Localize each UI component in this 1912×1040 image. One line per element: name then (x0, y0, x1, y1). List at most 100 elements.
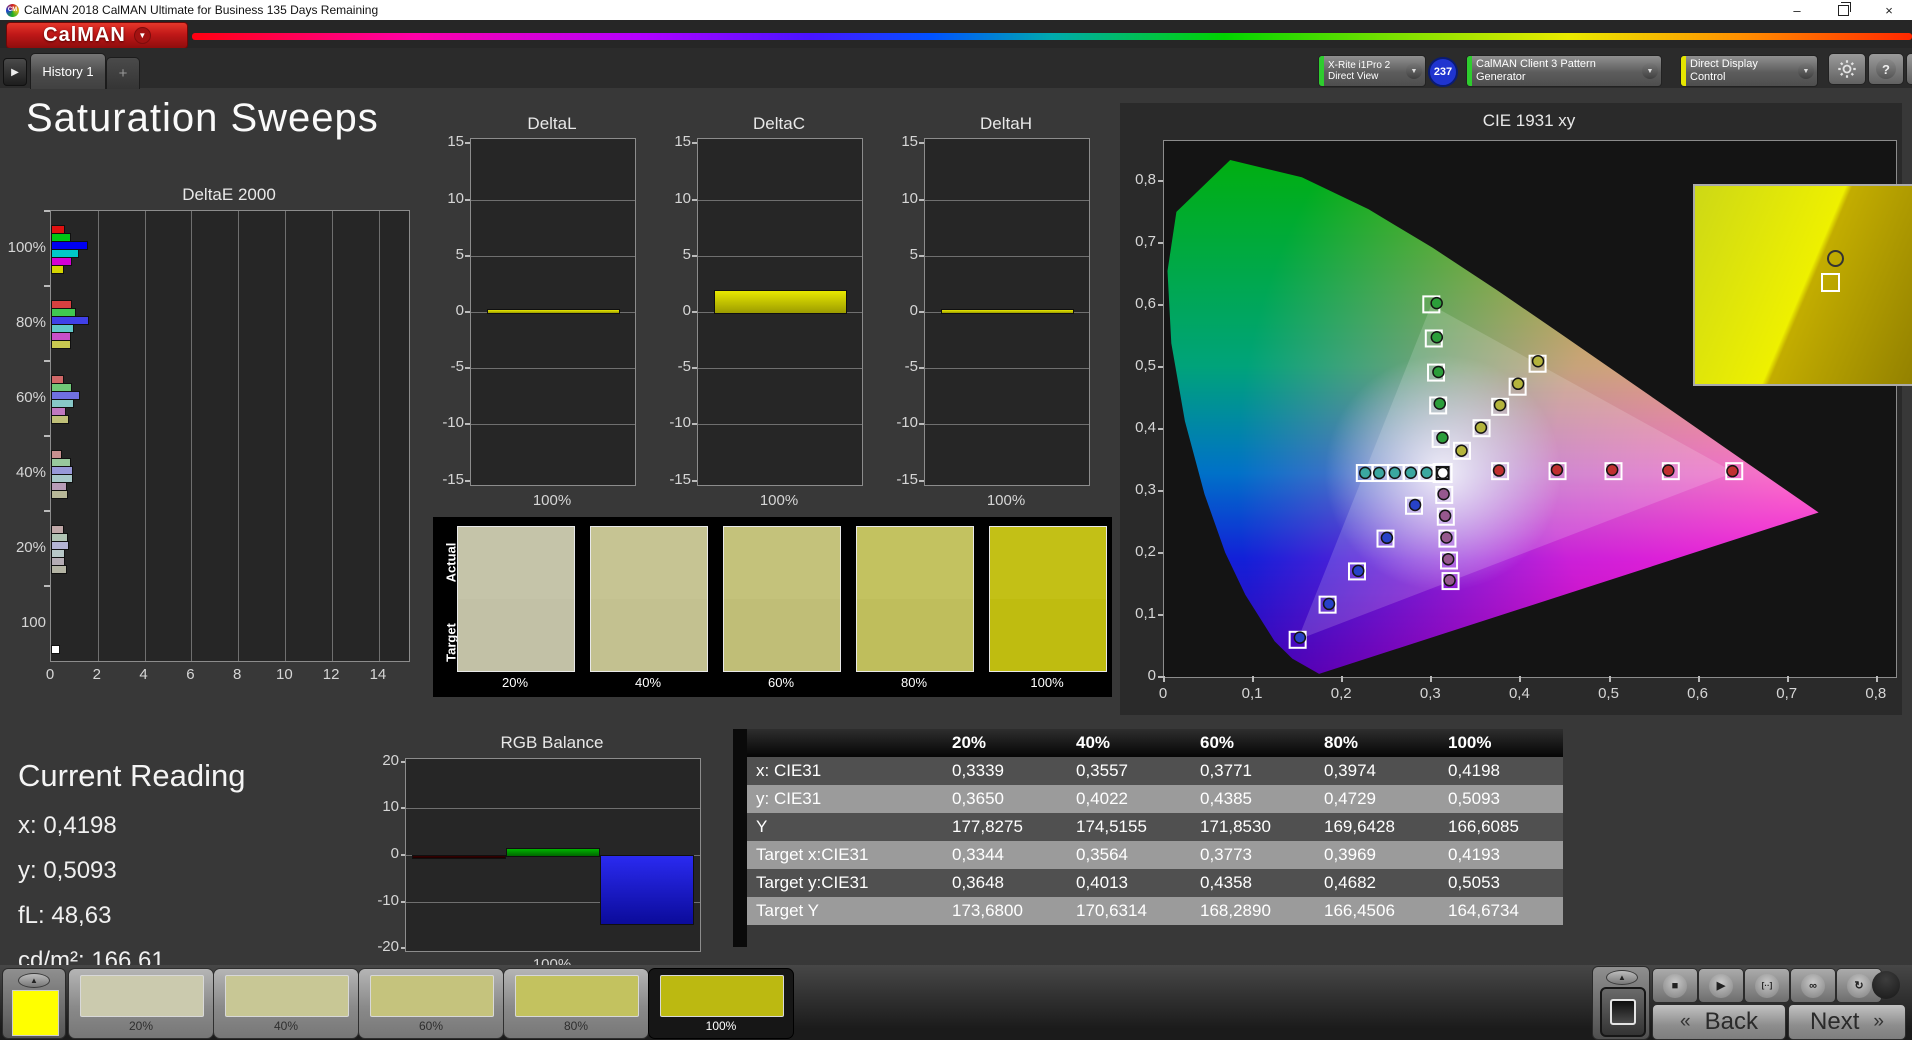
delta-chart (697, 138, 863, 486)
deltae-bar (51, 489, 69, 499)
blue-balance-bar (600, 855, 694, 925)
table-row: Target x:CIE31 0,3344 0,3564 0,3773 0,3969 0,… (747, 841, 1563, 869)
pattern-swatch-button-40[interactable]: 40% (213, 968, 359, 1039)
expand-up-button[interactable]: ▲ (18, 973, 50, 988)
y-group-label: 20% (15, 538, 46, 556)
loop-icon: ∞ (1801, 973, 1825, 998)
help-icon: ? (1876, 59, 1896, 79)
delta-chart (470, 138, 636, 486)
add-tab-button[interactable]: + (106, 57, 140, 89)
blue-actual-marker (1322, 597, 1336, 611)
x-tick (1430, 676, 1433, 682)
restore-button[interactable] (1820, 0, 1866, 20)
row-label-cell: Target Y (756, 901, 820, 920)
pattern-swatch-button-20[interactable]: 20% (68, 968, 214, 1039)
pattern-swatch-button-80[interactable]: 80% (503, 968, 649, 1039)
table-row: Target y:CIE31 0,3648 0,4013 0,4358 0,4682 0,… (747, 869, 1563, 897)
gear-icon (1838, 60, 1856, 78)
y-tick (692, 311, 697, 313)
current-pattern-swatch (12, 990, 59, 1036)
pattern-swatch-button-100[interactable]: 100% (648, 968, 794, 1039)
gridline (331, 211, 333, 661)
y-tick-label: 5 (682, 245, 691, 263)
stop-button[interactable]: ■ (1652, 968, 1698, 1003)
play-button[interactable]: ▶ (1698, 968, 1744, 1003)
minimize-button[interactable]: – (1774, 0, 1820, 20)
close-button[interactable]: × (1866, 0, 1912, 20)
x-tick (1608, 676, 1611, 682)
stop-icon (1610, 999, 1636, 1025)
saturation-swatch (723, 526, 841, 672)
white-actual-marker (1436, 466, 1450, 480)
cie-x-tick-label: 0 (1158, 685, 1168, 702)
pattern-bar: ▲ 20% 40% 60% 80% 100% ▲ ■ ▶ [··] ∞ ↻ « Back Nex… (0, 965, 1912, 1040)
value-cell: 0,4358 (1200, 873, 1252, 892)
y-tick (692, 423, 697, 426)
page-title: Saturation Sweeps (26, 96, 379, 140)
collapse-panel-button[interactable]: ◀ (1906, 53, 1912, 85)
rainbow-gradient-bar (192, 33, 1912, 40)
saturation-swatch (856, 526, 974, 672)
cie-y-tick-label: 0 (1147, 667, 1156, 684)
pattern-generator-dropdown[interactable]: CalMAN Client 3 Pattern Generator ▼ (1466, 55, 1662, 87)
y-tick-label: 5 (455, 245, 464, 263)
display-control-dropdown[interactable]: Direct Display Control ▼ (1680, 55, 1818, 87)
y-tick (44, 360, 50, 362)
delta-chart (924, 138, 1090, 486)
y-tick-label: 10 (382, 798, 399, 816)
y-tick-label: 0 (682, 302, 691, 319)
y-tick (401, 854, 405, 856)
magenta-actual-marker (1438, 509, 1452, 523)
expand-up-button[interactable]: ▲ (1606, 970, 1638, 985)
chevron-down-icon: ▼ (1406, 63, 1422, 79)
y-tick (1158, 180, 1163, 182)
current-pattern-panel: ▲ (2, 968, 66, 1039)
target-swatch (724, 599, 840, 671)
cie-y-tick-label: 0,1 (1135, 605, 1156, 622)
gridline (97, 211, 99, 661)
red-balance-bar (412, 855, 506, 859)
workflow-nav-button[interactable]: ▶ (3, 58, 27, 86)
current-reading-heading: Current Reading (18, 758, 246, 793)
y-tick (919, 254, 924, 257)
value-cell: 177,8275 (952, 817, 1023, 836)
deltae-bar (51, 264, 64, 274)
row-label-cell: y: CIE31 (756, 789, 822, 808)
help-button[interactable]: ? (1868, 53, 1904, 85)
y-tick-label: -10 (377, 891, 399, 909)
y-tick-label: -10 (669, 414, 691, 432)
gridline (471, 424, 635, 426)
pattern-swatch-button-60[interactable]: 60% (358, 968, 504, 1039)
next-button[interactable]: Next » (1788, 1004, 1906, 1040)
display-label: Direct Display Control (1690, 58, 1758, 83)
refresh-icon: ↻ (1847, 973, 1871, 998)
x-tick-label: 0 (45, 666, 55, 683)
deltae-bar (51, 645, 61, 654)
y-tick (44, 585, 50, 587)
y-tick (401, 947, 405, 950)
gridline (144, 211, 146, 661)
value-cell: 0,4729 (1324, 789, 1376, 808)
gridline (191, 211, 193, 661)
tab-history-1[interactable]: History 1 (30, 53, 106, 89)
cie-x-tick-label: 0,1 (1241, 685, 1263, 702)
saturation-swatch (989, 526, 1107, 672)
y-tick-label: -10 (896, 414, 918, 432)
x-axis-label: 100% (986, 492, 1026, 509)
loop-button[interactable]: ∞ (1790, 968, 1836, 1003)
x-tick (1875, 676, 1878, 682)
calman-menu-button[interactable]: CalMAN ▼ (6, 22, 188, 49)
value-cell: 166,6085 (1448, 817, 1519, 836)
deltae-bar (51, 564, 68, 574)
stop-measure-button[interactable] (1600, 987, 1646, 1037)
meter-dropdown[interactable]: X-Rite i1Pro 2 Direct View ▼ (1318, 55, 1426, 87)
meter-line1: X-Rite i1Pro 2 (1328, 59, 1391, 71)
gridline (698, 368, 862, 370)
saturation-swatch-strip: Actual Target 20% 40% 60% 80% 100% (433, 517, 1112, 697)
y-tick (465, 198, 470, 201)
pattern-button[interactable]: [··] (1744, 968, 1790, 1003)
settings-button[interactable] (1828, 53, 1866, 85)
back-button[interactable]: « Back (1652, 1004, 1786, 1040)
table-header-cell: 100% (1448, 733, 1492, 752)
value-cell: 0,3339 (952, 761, 1004, 780)
